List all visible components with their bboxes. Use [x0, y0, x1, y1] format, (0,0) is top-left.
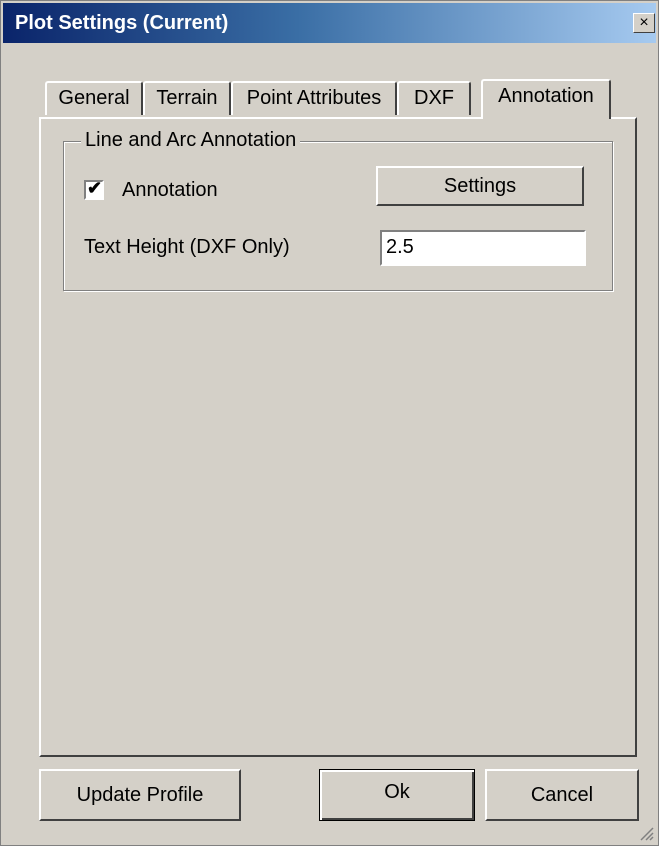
- close-button[interactable]: ×: [633, 13, 655, 33]
- annotation-checkbox[interactable]: ✔: [84, 178, 104, 200]
- tab-general[interactable]: General: [45, 81, 143, 115]
- text-height-label: Text Height (DXF Only): [84, 236, 290, 258]
- tab-general-label: General: [58, 87, 130, 109]
- cancel-button-label: Cancel: [530, 784, 594, 806]
- cancel-button[interactable]: Cancel: [485, 769, 639, 821]
- update-profile-button[interactable]: Update Profile: [39, 769, 241, 821]
- annotation-checkbox-label[interactable]: Annotation: [122, 179, 218, 202]
- annotation-tab-panel: Line and Arc Annotation ✔ Annotation Set…: [39, 117, 637, 757]
- tab-terrain-label: Terrain: [156, 87, 218, 109]
- tab-dxf-label: DXF: [414, 87, 454, 109]
- ok-button[interactable]: Ok: [319, 769, 475, 821]
- tab-annotation[interactable]: Annotation: [481, 79, 611, 119]
- tab-annotation-label: Annotation: [498, 85, 594, 107]
- settings-button[interactable]: Settings: [376, 166, 584, 206]
- resize-grip-icon[interactable]: [638, 825, 654, 841]
- ok-button-label: Ok: [384, 781, 410, 803]
- update-profile-label: Update Profile: [76, 784, 204, 806]
- window-title: Plot Settings (Current): [15, 12, 229, 34]
- plot-settings-dialog: Plot Settings (Current) × General Terrai…: [0, 0, 659, 846]
- tab-dxf[interactable]: DXF: [397, 81, 471, 115]
- line-and-arc-annotation-group: Line and Arc Annotation ✔ Annotation Set…: [63, 129, 613, 291]
- group-legend: Line and Arc Annotation: [81, 129, 301, 152]
- close-icon: ×: [639, 14, 649, 31]
- settings-button-label: Settings: [443, 175, 517, 197]
- tab-point-attributes[interactable]: Point Attributes: [231, 81, 397, 115]
- title-bar[interactable]: Plot Settings (Current) ×: [3, 3, 656, 43]
- tab-point-attributes-label: Point Attributes: [246, 87, 382, 109]
- text-height-input[interactable]: 2.5: [380, 230, 586, 266]
- tab-terrain[interactable]: Terrain: [143, 81, 231, 115]
- text-height-value: 2.5: [386, 236, 414, 258]
- checkmark-icon: ✔: [87, 178, 103, 198]
